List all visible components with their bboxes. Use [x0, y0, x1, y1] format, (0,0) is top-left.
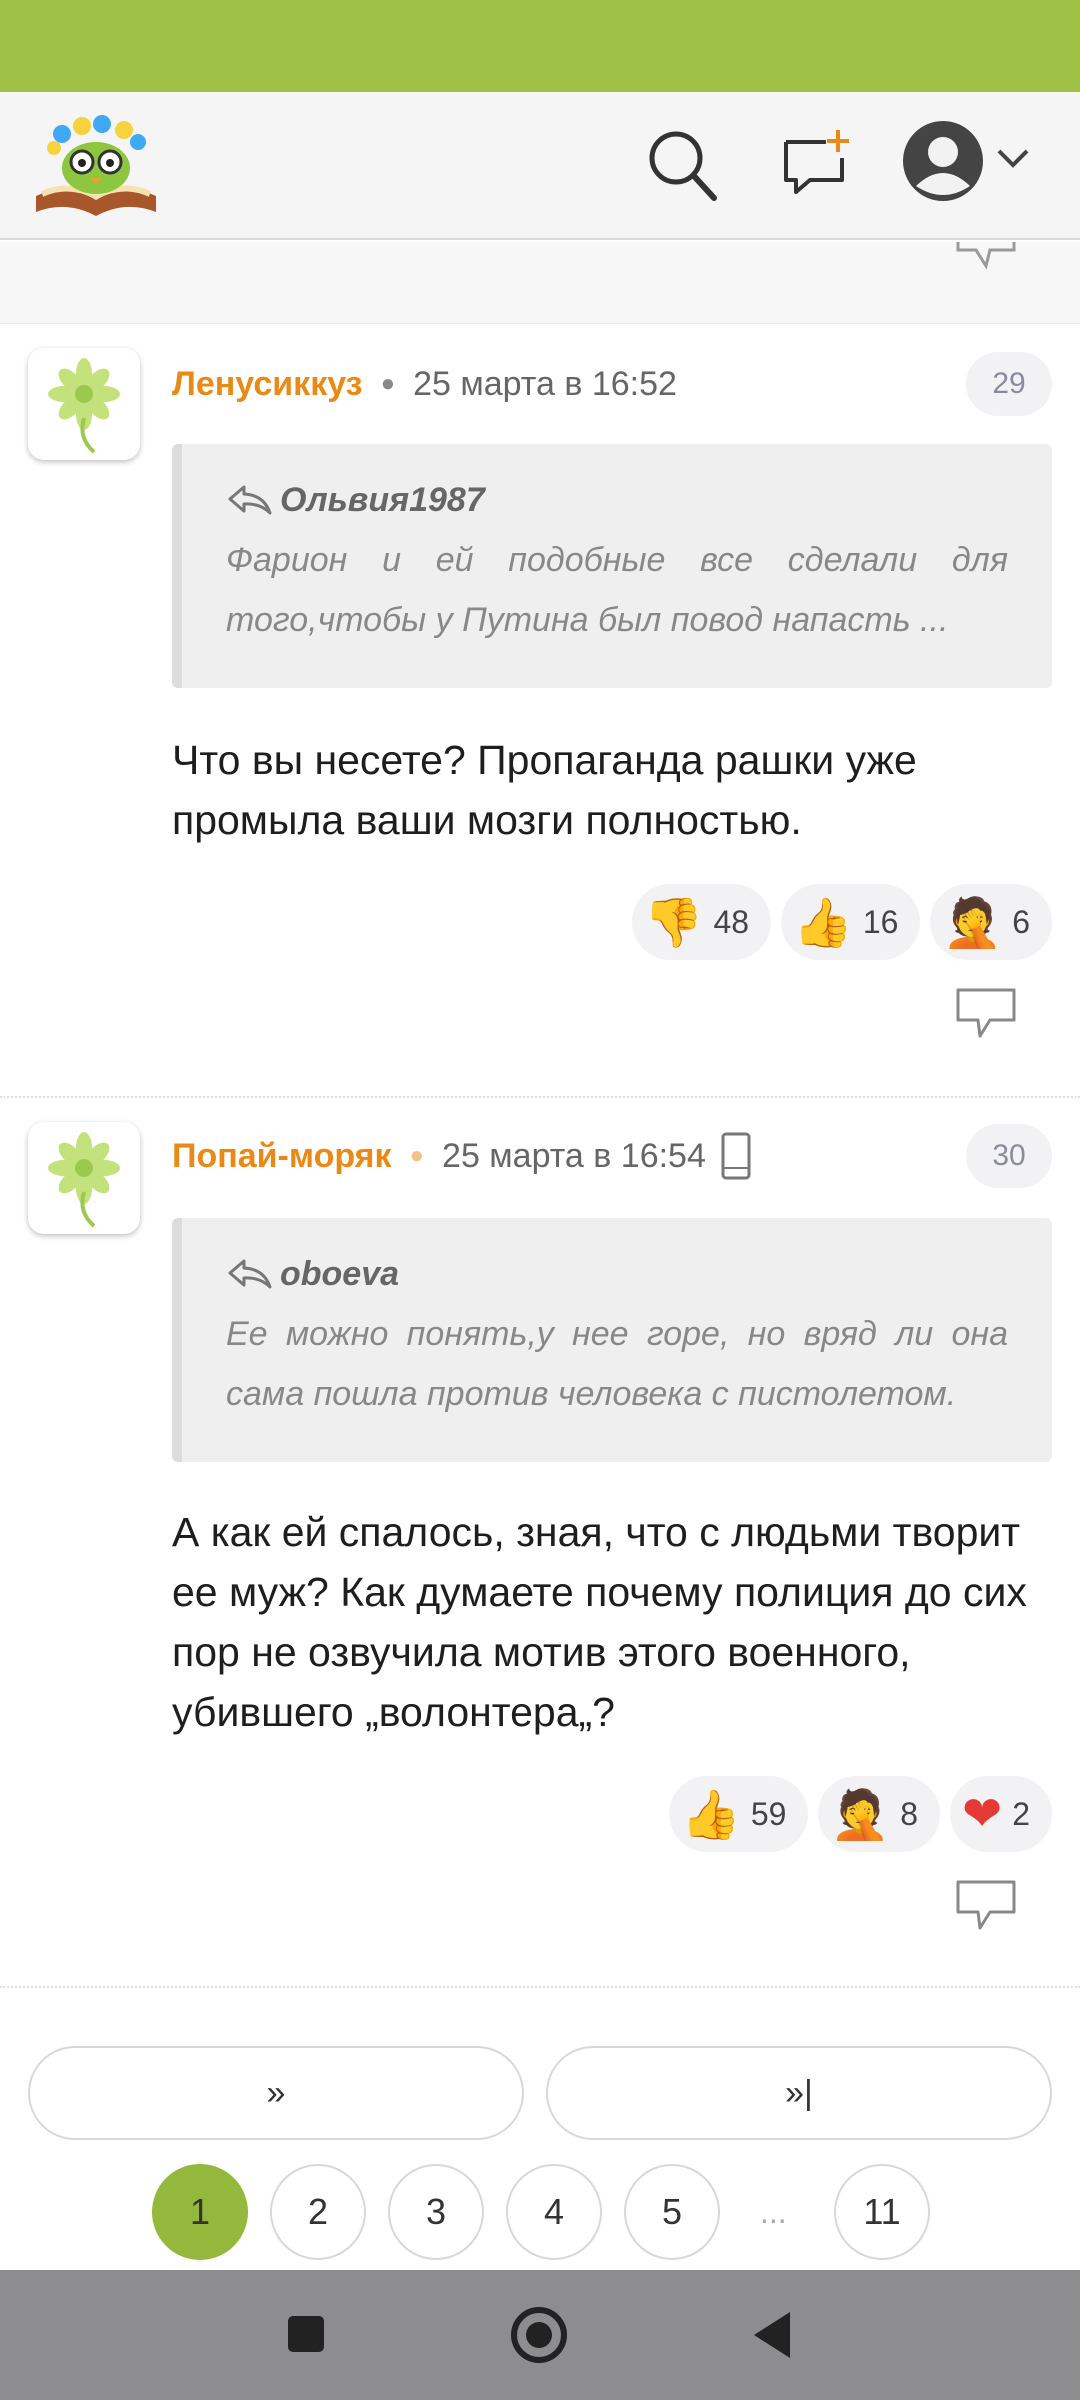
page-1-button[interactable]: 1 — [152, 2164, 248, 2260]
reaction-heart[interactable]: ❤ 2 — [949, 1776, 1052, 1852]
reaction-count: 8 — [900, 1795, 918, 1832]
reaction-count: 6 — [1012, 903, 1030, 940]
reaction-count: 59 — [750, 1795, 787, 1832]
previous-comment-tail — [0, 242, 1080, 324]
page-4-button[interactable]: 4 — [506, 2164, 602, 2260]
quote-reply-arrow-icon — [228, 1259, 272, 1289]
book-owl-logo[interactable] — [32, 110, 160, 220]
quote-text: Ее можно понять,у нее горе, но вряд ли о… — [226, 1315, 1008, 1413]
page-5-button[interactable]: 5 — [624, 2164, 720, 2260]
reply-icon[interactable] — [956, 1880, 1016, 1932]
system-nav-bar — [0, 2270, 1080, 2400]
reply-icon[interactable] — [956, 988, 1016, 1040]
pagination: 1 2 3 4 5 ... 11 — [0, 2164, 1080, 2260]
separator-dot: ● — [409, 1142, 425, 1169]
quote-reply-arrow-icon — [228, 485, 272, 515]
reaction-facepalm[interactable]: 🤦 6 — [930, 884, 1052, 960]
comment-header: Ленусиккуз ● 25 марта в 16:52 — [172, 364, 677, 404]
reaction-count: 2 — [1012, 1795, 1030, 1832]
avatar-icon[interactable] — [902, 120, 984, 202]
quote-block[interactable]: oboeva Ее можно понять,у нее горе, но вр… — [172, 1218, 1052, 1462]
comment-text: Что вы несете? Пропаганда рашки уже пром… — [172, 737, 917, 843]
quote-block[interactable]: Ольвия1987 Фарион и ей подобные все сдел… — [172, 444, 1052, 688]
reaction-facepalm[interactable]: 🤦 8 — [818, 1776, 940, 1852]
comment-header: Попай-моряк ● 25 марта в 16:54 — [172, 1132, 752, 1180]
avatar[interactable] — [28, 348, 140, 460]
reactions: 👎 48 👍 16 🤦 6 — [631, 884, 1052, 960]
new-post-icon[interactable] — [780, 128, 852, 200]
quote-author: oboeva — [280, 1254, 400, 1293]
phone-icon — [721, 1132, 751, 1180]
quote-author-line: oboeva — [226, 1252, 1008, 1296]
comment-number[interactable]: 30 — [966, 1124, 1052, 1188]
page-3-button[interactable]: 3 — [388, 2164, 484, 2260]
thumbs-up-icon: 👍 — [681, 1786, 741, 1843]
thumbs-down-icon: 👎 — [643, 894, 704, 951]
reaction-count: 16 — [862, 903, 899, 940]
home-icon[interactable] — [510, 2306, 568, 2364]
separator-dot: ● — [380, 370, 396, 397]
next-page-button[interactable]: » — [28, 2046, 524, 2140]
heart-icon: ❤ — [961, 1786, 1003, 1842]
recents-icon[interactable] — [286, 2314, 326, 2354]
quote-text: Фарион и ей подобные все сделали для тог… — [226, 541, 1008, 639]
last-page-button[interactable]: »| — [546, 2046, 1052, 2140]
divider — [0, 1986, 1080, 1988]
chevron-down-icon[interactable] — [996, 148, 1030, 170]
status-bar — [0, 0, 1080, 92]
reaction-thumbs-down[interactable]: 👎 48 — [631, 884, 772, 960]
quote-author: Ольвия1987 — [280, 480, 485, 519]
thumbs-up-icon: 👍 — [793, 894, 853, 951]
facepalm-icon: 🤦 — [830, 1786, 891, 1843]
search-icon[interactable] — [646, 128, 718, 204]
app-header — [0, 92, 1080, 240]
reaction-thumbs-up[interactable]: 👍 16 — [781, 884, 921, 960]
pagination-ellipsis: ... — [760, 2194, 787, 2230]
reactions: 👍 59 🤦 8 ❤ 2 — [669, 1776, 1052, 1852]
back-icon[interactable] — [752, 2310, 792, 2360]
reply-icon — [956, 242, 1016, 270]
facepalm-icon: 🤦 — [942, 894, 1003, 951]
comment-date: 25 марта в 16:54 — [442, 1136, 706, 1175]
comment-date: 25 марта в 16:52 — [413, 364, 677, 403]
comment-number[interactable]: 29 — [966, 352, 1052, 416]
page-11-button[interactable]: 11 — [834, 2164, 930, 2260]
author-name[interactable]: Ленусиккуз — [172, 365, 363, 404]
avatar[interactable] — [28, 1122, 140, 1234]
reaction-count: 48 — [713, 903, 750, 940]
comment-text: А как ей спалось, зная, что с людьми тво… — [172, 1509, 1027, 1735]
author-name[interactable]: Попай-моряк — [172, 1137, 392, 1176]
quote-author-line: Ольвия1987 — [226, 478, 1008, 522]
divider — [0, 1096, 1080, 1098]
page-2-button[interactable]: 2 — [270, 2164, 366, 2260]
reaction-thumbs-up[interactable]: 👍 59 — [669, 1776, 809, 1852]
